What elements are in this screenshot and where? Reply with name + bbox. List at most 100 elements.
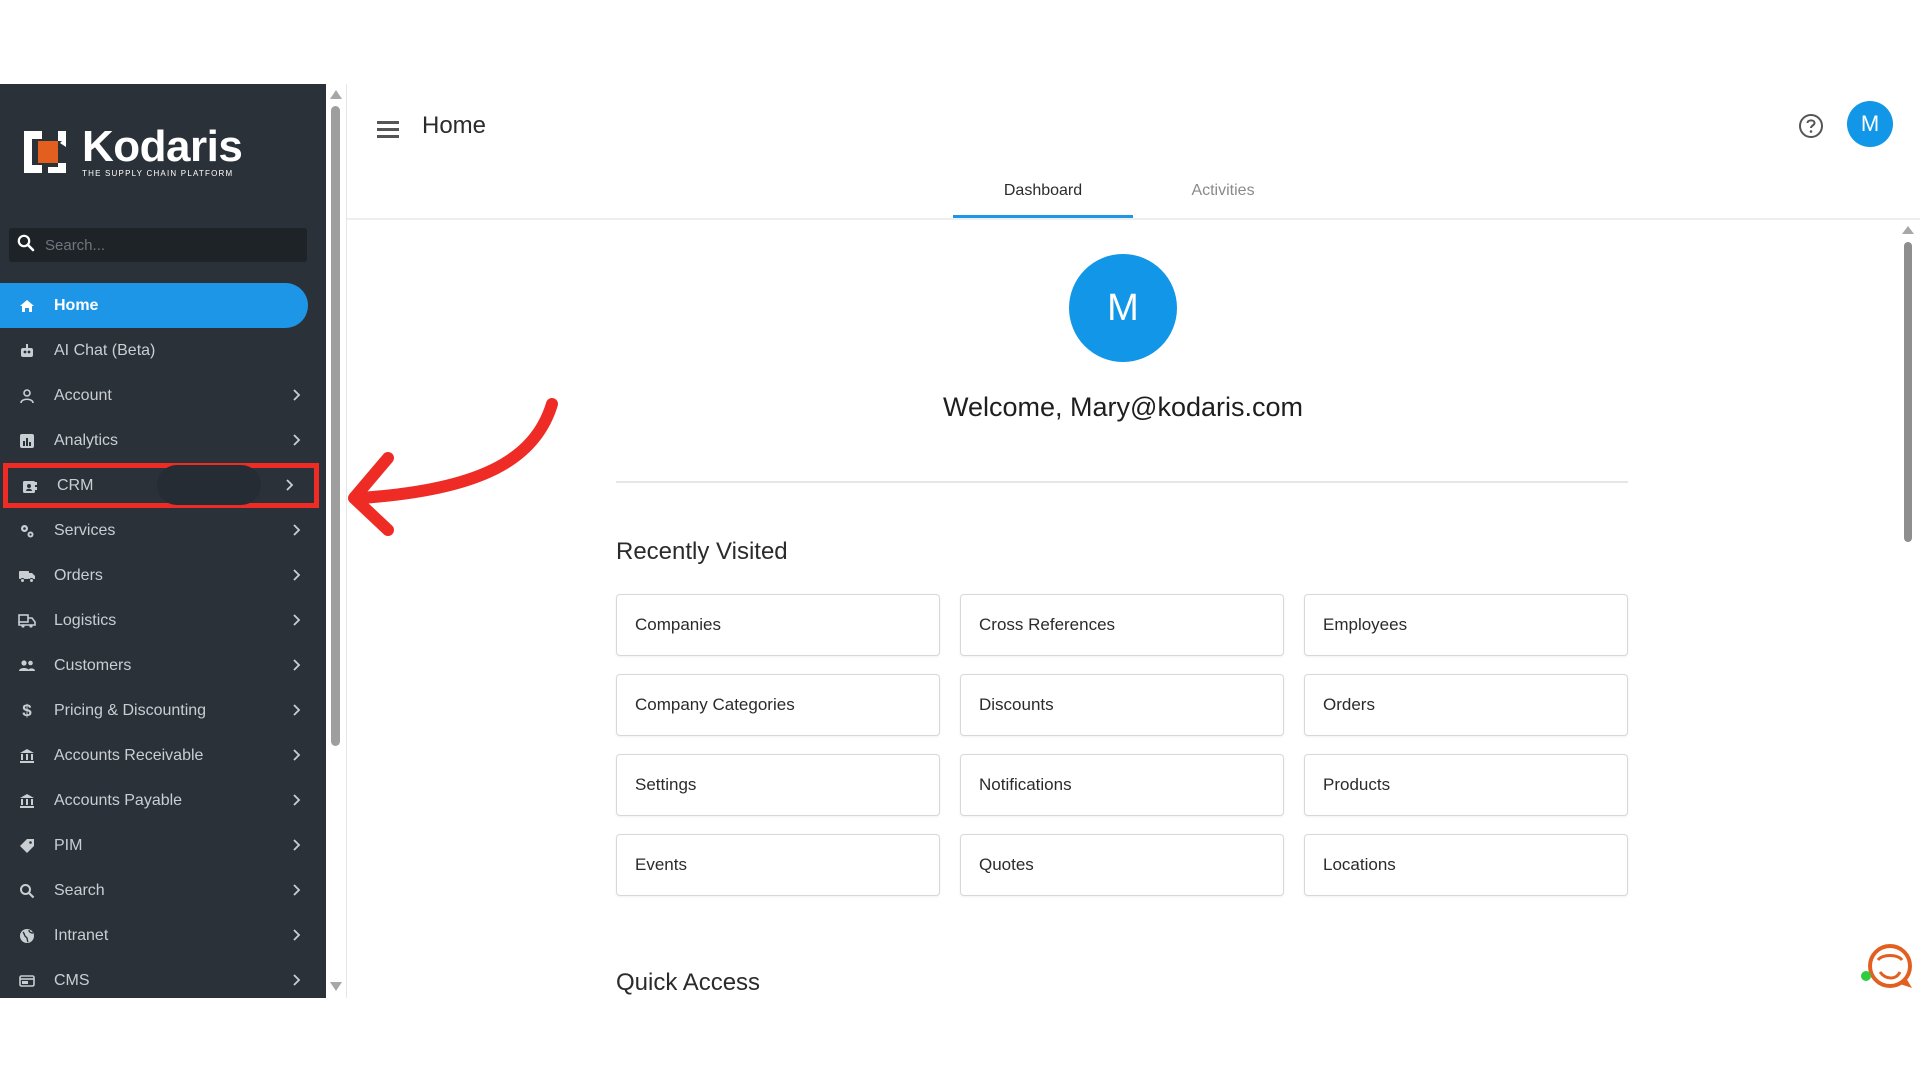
sidebar-item-search[interactable]: Search: [0, 868, 326, 913]
welcome-message: Welcome, Mary@kodaris.com: [943, 392, 1303, 422]
sidebar-item-label: Home: [54, 296, 99, 314]
recent-card-events[interactable]: Events: [616, 834, 940, 896]
sidebar-item-cms[interactable]: CMS: [0, 958, 326, 998]
gears-icon: [18, 522, 36, 540]
sidebar-item-label: Accounts Receivable: [54, 746, 204, 764]
sidebar-nav: Home AI Chat (Beta) Account Analytics CR…: [0, 283, 326, 998]
search-icon: [17, 234, 35, 257]
sidebar-item-intranet[interactable]: Intranet: [0, 913, 326, 958]
sidebar-item-pricing-discounting[interactable]: $ Pricing & Discounting: [0, 688, 326, 733]
chevron-right-icon: [288, 972, 304, 988]
scroll-up-arrow-icon[interactable]: [330, 90, 342, 99]
tag-icon: [18, 837, 36, 855]
sidebar-item-analytics[interactable]: Analytics: [0, 418, 326, 463]
search-icon: [18, 882, 36, 900]
scrollbar-thumb[interactable]: [1904, 242, 1912, 542]
sidebar-item-label: Accounts Payable: [54, 791, 183, 809]
sidebar-item-label: Services: [54, 521, 116, 539]
chevron-right-icon: [288, 522, 304, 538]
sidebar-item-label: CRM: [57, 476, 94, 494]
sidebar-item-label: Intranet: [54, 926, 109, 944]
sidebar-item-accounts-receivable[interactable]: Accounts Receivable: [0, 733, 326, 778]
kodaris-logo-icon: [20, 127, 70, 177]
bank-icon: [18, 747, 36, 765]
sidebar-item-accounts-payable[interactable]: Accounts Payable: [0, 778, 326, 823]
recent-card-orders[interactable]: Orders: [1304, 674, 1628, 736]
sidebar-search-input[interactable]: [45, 236, 285, 254]
sidebar-item-logistics[interactable]: Logistics: [0, 598, 326, 643]
recent-card-discounts[interactable]: Discounts: [960, 674, 1284, 736]
page-title: Home: [422, 112, 487, 139]
robot-icon: [18, 342, 36, 360]
recent-card-company-categories[interactable]: Company Categories: [616, 674, 940, 736]
sidebar: Kodaris THE SUPPLY CHAIN PLATFORM Home A…: [0, 84, 326, 998]
chevron-right-icon: [288, 657, 304, 673]
brand-name: Kodaris: [82, 122, 243, 171]
sidebar-item-label: Pricing & Discounting: [54, 701, 207, 719]
sidebar-item-crm[interactable]: CRM: [3, 463, 319, 508]
chevron-right-icon: [288, 747, 304, 763]
hamburger-menu-icon[interactable]: [375, 116, 401, 142]
user-avatar[interactable]: M: [1847, 101, 1893, 147]
help-icon[interactable]: [1798, 113, 1824, 139]
sidebar-search: [9, 228, 307, 262]
chevron-right-icon: [288, 792, 304, 808]
recent-card-notifications[interactable]: Notifications: [960, 754, 1284, 816]
sidebar-item-orders[interactable]: Orders: [0, 553, 326, 598]
cms-icon: [18, 972, 36, 990]
recent-card-settings[interactable]: Settings: [616, 754, 940, 816]
shipping-icon: [18, 612, 36, 630]
recent-card-products[interactable]: Products: [1304, 754, 1628, 816]
chevron-right-icon: [288, 927, 304, 943]
chevron-right-icon: [288, 882, 304, 898]
profile-avatar: M: [1069, 254, 1177, 362]
scroll-down-arrow-icon[interactable]: [330, 982, 342, 991]
chevron-right-icon: [281, 477, 297, 493]
divider: [616, 481, 1628, 483]
recent-card-employees[interactable]: Employees: [1304, 594, 1628, 656]
dashboard-content: M Welcome, Mary@kodaris.com Recently Vis…: [347, 220, 1897, 998]
users-icon: [18, 657, 36, 675]
chevron-right-icon: [288, 837, 304, 853]
sidebar-item-pim[interactable]: PIM: [0, 823, 326, 868]
brand-logo[interactable]: Kodaris THE SUPPLY CHAIN PLATFORM: [20, 122, 243, 180]
chevron-right-icon: [288, 612, 304, 628]
tab-bar: Dashboard Activities: [953, 166, 1313, 218]
sidebar-item-home[interactable]: Home: [0, 283, 308, 328]
sidebar-item-services[interactable]: Services: [0, 508, 326, 553]
sidebar-item-label: AI Chat (Beta): [54, 341, 156, 359]
analytics-icon: [18, 432, 36, 450]
sidebar-item-label: Logistics: [54, 611, 117, 629]
recent-card-locations[interactable]: Locations: [1304, 834, 1628, 896]
bank-icon: [18, 792, 36, 810]
truck-icon: [18, 567, 36, 585]
sidebar-item-label: Analytics: [54, 431, 119, 449]
quick-access-title: Quick Access: [616, 969, 761, 996]
tab-dashboard[interactable]: Dashboard: [953, 166, 1133, 218]
sidebar-item-customers[interactable]: Customers: [0, 643, 326, 688]
recent-card-quotes[interactable]: Quotes: [960, 834, 1284, 896]
scroll-up-arrow-icon[interactable]: [1902, 226, 1914, 234]
chevron-right-icon: [288, 432, 304, 448]
recent-card-cross-references[interactable]: Cross References: [960, 594, 1284, 656]
crm-icon: [21, 477, 39, 495]
hover-ripple: [157, 465, 261, 505]
chevron-right-icon: [288, 387, 304, 403]
sidebar-item-label: Orders: [54, 566, 103, 584]
chevron-right-icon: [288, 567, 304, 583]
annotation-arrow-icon: [348, 398, 558, 536]
globe-icon: [18, 927, 36, 945]
sidebar-item-label: CMS: [54, 971, 90, 989]
chevron-right-icon: [288, 702, 304, 718]
sidebar-item-label: PIM: [54, 836, 83, 854]
home-icon: [18, 297, 36, 315]
support-chat-icon[interactable]: [1856, 938, 1916, 998]
main-scrollbar[interactable]: [1897, 220, 1920, 998]
sidebar-item-ai-chat[interactable]: AI Chat (Beta): [0, 328, 326, 373]
tab-activities[interactable]: Activities: [1133, 166, 1313, 218]
brand-tagline: THE SUPPLY CHAIN PLATFORM: [82, 169, 234, 178]
recent-card-companies[interactable]: Companies: [616, 594, 940, 656]
user-icon: [18, 387, 36, 405]
sidebar-item-account[interactable]: Account: [0, 373, 326, 418]
sidebar-item-label: Account: [54, 386, 112, 404]
